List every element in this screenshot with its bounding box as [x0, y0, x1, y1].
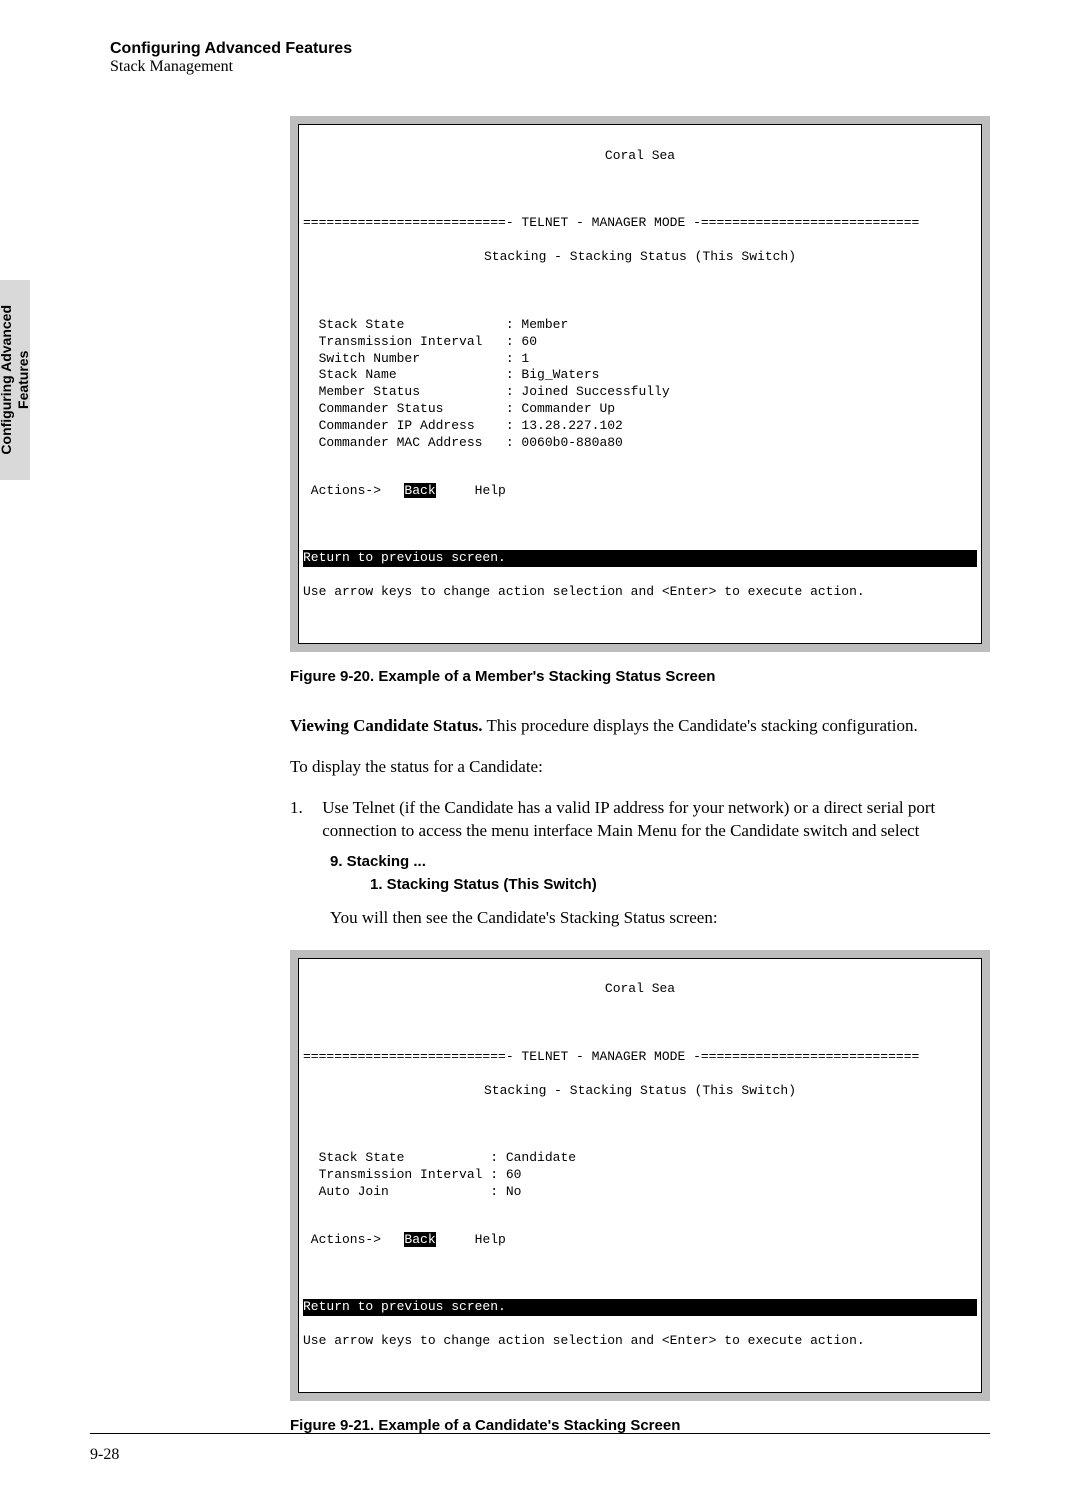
term2-subtitle: Stacking - Stacking Status (This Switch): [303, 1083, 977, 1100]
term1-status: Return to previous screen.: [303, 550, 977, 567]
term2-blank3: [303, 1266, 977, 1283]
term1-subtitle: Stacking - Stacking Status (This Switch): [303, 249, 977, 266]
page-number: 9-28: [90, 1446, 119, 1464]
figure-caption-2: Figure 9-21. Example of a Candidate's St…: [290, 1417, 990, 1434]
para-to-display: To display the status for a Candidate:: [290, 756, 990, 779]
term1-blank: [303, 182, 977, 199]
term2-blank2: [303, 1117, 977, 1134]
term1-mode-line: ==========================- TELNET - MAN…: [303, 215, 977, 232]
para1-lead: Viewing Candidate Status.: [290, 716, 483, 735]
term2-mode-line: ==========================- TELNET - MAN…: [303, 1049, 977, 1066]
para-viewing-candidate: Viewing Candidate Status. This procedure…: [290, 715, 990, 738]
term2-title: Coral Sea: [303, 981, 977, 998]
step-1: 1. Use Telnet (if the Candidate has a va…: [290, 797, 990, 843]
term1-title: Coral Sea: [303, 148, 977, 165]
term1-blank3: [303, 517, 977, 534]
term1-help-button[interactable]: Help: [475, 483, 506, 498]
term2-status: Return to previous screen.: [303, 1299, 977, 1316]
step-1-text: Use Telnet (if the Candidate has a valid…: [322, 797, 972, 843]
term2-hint: Use arrow keys to change action selectio…: [303, 1333, 977, 1350]
footer-rule: [90, 1433, 990, 1434]
side-tab: Configuring Advanced Features: [0, 280, 30, 480]
side-tab-line2: Features: [15, 351, 31, 409]
step-1-followup: You will then see the Candidate's Stacki…: [330, 907, 990, 930]
figure-caption-1: Figure 9-20. Example of a Member's Stack…: [290, 668, 990, 685]
term2-back-button[interactable]: Back: [404, 1232, 435, 1247]
step-1-number: 1.: [290, 797, 318, 820]
term2-blank: [303, 1015, 977, 1032]
term1-fields: Stack State : Member Transmission Interv…: [303, 317, 977, 452]
para1-rest: This procedure displays the Candidate's …: [483, 716, 918, 735]
term2-help-button[interactable]: Help: [475, 1232, 506, 1247]
side-tab-line1: Configuring Advanced: [0, 305, 14, 455]
terminal-screenshot-1: Coral Sea ==========================- TE…: [290, 116, 990, 652]
terminal-screenshot-2: Coral Sea ==========================- TE…: [290, 950, 990, 1401]
term2-fields: Stack State : Candidate Transmission Int…: [303, 1150, 977, 1201]
term1-blank2: [303, 283, 977, 300]
menu-path-2: 1. Stacking Status (This Switch): [370, 876, 990, 893]
page-header-subtitle: Stack Management: [110, 58, 990, 76]
term1-back-button[interactable]: Back: [404, 483, 435, 498]
page-header-title: Configuring Advanced Features: [110, 40, 990, 58]
term2-actions: Actions-> Back Help: [303, 1232, 977, 1249]
term1-actions: Actions-> Back Help: [303, 483, 977, 500]
menu-path-1: 9. Stacking ...: [330, 853, 990, 870]
term1-hint: Use arrow keys to change action selectio…: [303, 584, 977, 601]
